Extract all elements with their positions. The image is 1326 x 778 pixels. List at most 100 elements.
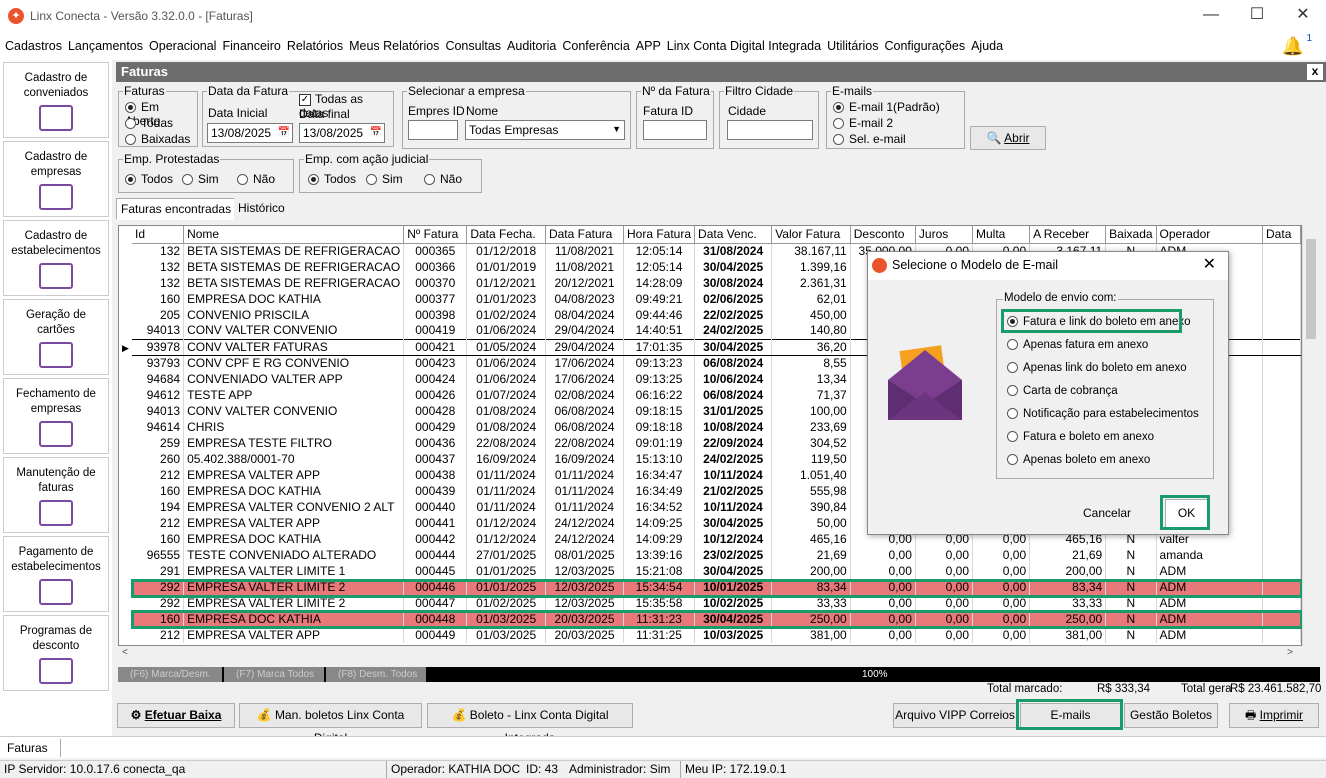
sidebar-item-cadastro-de-conveniados[interactable]: Cadastro de conveniados	[3, 62, 109, 138]
table-cell: 000440	[403, 499, 468, 515]
email-model-option-apenas-link-do-boleto-em-anexo[interactable]: Apenas link do boleto em anexo	[1007, 362, 1187, 374]
calendar-icon[interactable]: 📅	[370, 126, 382, 140]
scroll-left-icon[interactable]: <	[122, 647, 128, 658]
menu-item-meus-relatorios[interactable]: Meus Relatórios	[349, 39, 439, 53]
menu-item-lancamentos[interactable]: Lançamentos	[68, 39, 143, 53]
fkey-marca-todos[interactable]: (F7) Marca Todos	[224, 667, 324, 682]
protestadas-todos[interactable]: Todos	[125, 172, 173, 186]
column-header-n-fatura[interactable]: Nº Fatura	[403, 226, 468, 244]
man-boletos-button[interactable]: 💰 Man. boletos Linx Conta Digital	[239, 703, 422, 745]
column-header-a-receber[interactable]: A Receber	[1029, 226, 1107, 244]
menu-item-financeiro[interactable]: Financeiro	[222, 39, 280, 53]
empresa-id-input[interactable]	[408, 120, 458, 140]
sidebar-item-cadastro-de-estabelecimentos[interactable]: Cadastro de estabelecimentos	[3, 220, 109, 296]
sidebar-item-programas-de-desconto[interactable]: Programas de desconto	[3, 615, 109, 691]
judicial-todos[interactable]: Todos	[308, 172, 356, 186]
menu-item-linx-conta-digital-integrada[interactable]: Linx Conta Digital Integrada	[667, 39, 821, 53]
table-cell: 259	[132, 435, 185, 451]
boleto-button[interactable]: 💰 Boleto - Linx Conta Digital Integrada	[427, 703, 633, 745]
table-row[interactable]: 291 EMPRESA VALTER LIMITE 1 000445 01/01/20…	[132, 563, 1301, 579]
menu-item-configuracoes[interactable]: Configurações	[884, 39, 965, 53]
column-header-data-fatura[interactable]: Data Fatura	[545, 226, 625, 244]
column-header-id[interactable]: Id	[132, 226, 185, 244]
menu-item-auditoria[interactable]: Auditoria	[507, 39, 556, 53]
tab-faturas-window[interactable]: Faturas	[3, 739, 61, 757]
email-model-option-fatura-e-link-do-boleto-em-anexo[interactable]: Fatura e link do boleto em anexo	[1007, 316, 1191, 328]
cancel-button[interactable]: Cancelar	[1083, 506, 1131, 520]
tab-faturas-encontradas[interactable]: Faturas encontradas	[116, 198, 237, 220]
protestadas-nao[interactable]: Não	[237, 172, 275, 186]
column-header-nome[interactable]: Nome	[183, 226, 405, 244]
table-row[interactable]: 292 EMPRESA VALTER LIMITE 2 000446 01/01/20…	[132, 579, 1301, 595]
notification-bell-icon[interactable]: 🔔	[1282, 36, 1304, 57]
cidade-input[interactable]	[727, 120, 813, 140]
dialog-close-icon[interactable]: ✕	[1203, 252, 1216, 278]
column-header-desconto[interactable]: Desconto	[850, 226, 916, 244]
menu-item-app[interactable]: APP	[636, 39, 661, 53]
judicial-sim[interactable]: Sim	[366, 172, 403, 186]
ok-button[interactable]: OK	[1165, 499, 1208, 528]
gestao-boletos-button[interactable]: Gestão Boletos	[1124, 703, 1218, 728]
email-model-option-apenas-boleto-em-anexo[interactable]: Apenas boleto em anexo	[1007, 454, 1150, 466]
email-model-option-carta-de-cobranca[interactable]: Carta de cobrança	[1007, 385, 1118, 397]
fkey-marca-desm[interactable]: (F6) Marca/Desm.	[118, 667, 222, 682]
column-header-data-fecha[interactable]: Data Fecha.	[466, 226, 546, 244]
calendar-icon[interactable]: 📅	[278, 126, 290, 140]
sidebar-item-cadastro-de-empresas[interactable]: Cadastro de empresas	[3, 141, 109, 217]
faturas-option-paid[interactable]: Baixadas	[125, 132, 190, 146]
sel-email-option[interactable]: Sel. e-mail	[833, 132, 906, 146]
email2-option[interactable]: E-mail 2	[833, 116, 893, 130]
faturas-option-all[interactable]: Todas	[125, 116, 173, 130]
efetuar-baixa-button[interactable]: ⚙ Efetuar Baixa	[117, 703, 235, 728]
empresa-name-select[interactable]: Todas Empresas ▼	[465, 120, 625, 140]
vertical-scrollbar[interactable]	[1302, 225, 1319, 646]
column-header-data-venc[interactable]: Data Venc.	[694, 226, 773, 244]
close-window-icon[interactable]: ✕	[1280, 0, 1326, 32]
data-inicial-input[interactable]: 13/08/2025 📅	[207, 123, 293, 143]
minimize-icon[interactable]: —	[1188, 0, 1234, 32]
menu-item-cadastros[interactable]: Cadastros	[5, 39, 62, 53]
scrollbar-thumb[interactable]	[1306, 239, 1316, 339]
email1-option[interactable]: E-mail 1(Padrão)	[833, 100, 940, 114]
data-final-input[interactable]: 13/08/2025 📅	[299, 123, 385, 143]
menu-item-operacional[interactable]: Operacional	[149, 39, 216, 53]
email-model-option-notificacao-para-estabelecimentos[interactable]: Notificação para estabelecimentos	[1007, 408, 1199, 420]
close-panel-button[interactable]: x	[1307, 64, 1323, 80]
fkey-desm-todos[interactable]: (F8) Desm. Todos	[326, 667, 426, 682]
judicial-nao[interactable]: Não	[424, 172, 462, 186]
table-row[interactable]: 160 EMPRESA DOC KATHIA 000448 01/03/2025 20/…	[132, 611, 1301, 627]
protestadas-sim[interactable]: Sim	[182, 172, 219, 186]
column-header-hora-fatura[interactable]: Hora Fatura	[623, 226, 696, 244]
email-model-option-apenas-fatura-em-anexo[interactable]: Apenas fatura em anexo	[1007, 339, 1148, 351]
menu-item-utilitarios[interactable]: Utilitários	[827, 39, 878, 53]
column-header-valor-fatura[interactable]: Valor Fatura	[771, 226, 851, 244]
table-row[interactable]: 212 EMPRESA VALTER APP 000449 01/03/2025 20/…	[132, 627, 1301, 643]
imprimir-button[interactable]: 🖶 Imprimir	[1229, 703, 1319, 728]
column-header-juros[interactable]: Juros	[915, 226, 974, 244]
maximize-icon[interactable]: ☐	[1234, 0, 1280, 32]
column-header-multa[interactable]: Multa	[972, 226, 1031, 244]
chevron-down-icon[interactable]: ▼	[612, 122, 621, 136]
column-header-data[interactable]: Data	[1262, 226, 1301, 244]
column-header-baixada[interactable]: Baixada	[1105, 226, 1157, 244]
menu-item-ajuda[interactable]: Ajuda	[971, 39, 1003, 53]
emails-button[interactable]: E-mails	[1020, 703, 1121, 728]
menu-item-consultas[interactable]: Consultas	[445, 39, 501, 53]
fatura-id-input[interactable]	[643, 120, 707, 140]
horizontal-scrollbar[interactable]: < >	[118, 646, 1319, 663]
table-cell: EMPRESA VALTER APP	[183, 627, 405, 643]
sidebar-item-pagamento-de-estabelecimentos[interactable]: Pagamento de estabelecimentos	[3, 536, 109, 612]
sidebar-item-fechamento-de-empresas[interactable]: Fechamento de empresas	[3, 378, 109, 454]
column-header-operador[interactable]: Operador	[1156, 226, 1264, 244]
email-model-option-fatura-e-boleto-em-anexo[interactable]: Fatura e boleto em anexo	[1007, 431, 1154, 443]
scroll-right-icon[interactable]: >	[1287, 647, 1293, 658]
menu-item-relatorios[interactable]: Relatórios	[287, 39, 343, 53]
arquivo-vipp-button[interactable]: Arquivo VIPP Correios	[893, 703, 1017, 728]
table-row[interactable]: 292 EMPRESA VALTER LIMITE 2 000447 01/02/20…	[132, 595, 1301, 611]
tab-historico[interactable]: Histórico	[234, 198, 289, 220]
menu-item-conferencia[interactable]: Conferência	[562, 39, 629, 53]
table-row[interactable]: 96555 TESTE CONVENIADO ALTERADO 000444 27/0…	[132, 547, 1301, 563]
sidebar-item-geracao-de-cartoes[interactable]: Geração de cartões	[3, 299, 109, 375]
abrir-button[interactable]: 🔍 Abrir	[970, 126, 1046, 150]
sidebar-item-manutencao-de-faturas[interactable]: Manutenção de faturas	[3, 457, 109, 533]
